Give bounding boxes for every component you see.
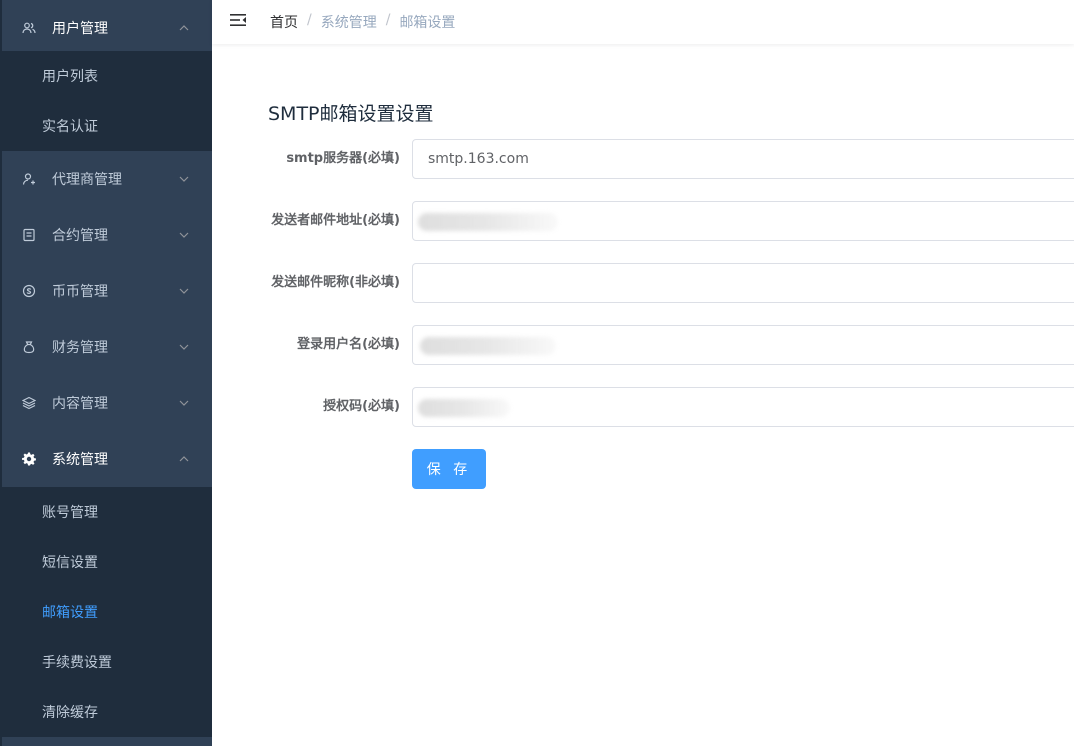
users-icon (21, 20, 37, 36)
navbar: 首页 / 系统管理 / 邮箱设置 (212, 0, 1074, 44)
sidebar-item-label: 用户列表 (42, 69, 98, 85)
sidebar-item-user-list[interactable]: 用户列表 (2, 51, 212, 101)
sidebar: 用户管理 用户列表 实名认证 代理商管理 合约管理 币币管理 财务管理 内容管理… (0, 0, 212, 746)
layers-icon (21, 395, 37, 411)
breadcrumb-separator: / (307, 12, 312, 28)
sidebar-item-label: 邮箱设置 (42, 605, 98, 621)
finance-icon (21, 339, 37, 355)
form-row-login-username: 登录用户名(必填) (212, 325, 1074, 365)
menu-finance-management[interactable]: 财务管理 (0, 319, 212, 375)
sidebar-item-clear-cache[interactable]: 清除缓存 (2, 687, 212, 737)
menu-user-management[interactable]: 用户管理 (0, 0, 212, 56)
form-row-sender-email: 发送者邮件地址(必填) (212, 201, 1074, 241)
coin-icon (21, 283, 37, 299)
chevron-down-icon (178, 173, 190, 185)
auth-code-input[interactable] (412, 387, 1074, 427)
sidebar-item-label: 手续费设置 (42, 655, 112, 671)
chevron-down-icon (178, 341, 190, 353)
sender-nickname-input[interactable] (412, 263, 1074, 303)
chevron-down-icon (178, 397, 190, 409)
sidebar-item-email-settings[interactable]: 邮箱设置 (2, 587, 212, 637)
redacted-value (418, 213, 558, 231)
field-label: 授权码(必填) (323, 399, 400, 414)
sidebar-item-real-name-auth[interactable]: 实名认证 (2, 101, 212, 151)
field-label: smtp服务器(必填) (286, 151, 400, 166)
sidebar-item-sms-settings[interactable]: 短信设置 (2, 537, 212, 587)
agent-icon (21, 171, 37, 187)
chevron-down-icon (178, 285, 190, 297)
breadcrumb-current: 邮箱设置 (399, 15, 456, 31)
menu-title-label: 币币管理 (52, 284, 108, 300)
menu-coin-management[interactable]: 币币管理 (0, 263, 212, 319)
menu-agent-management[interactable]: 代理商管理 (0, 151, 212, 207)
menu-title-label: 内容管理 (52, 396, 108, 412)
menu-contract-management[interactable]: 合约管理 (0, 207, 212, 263)
contract-icon (21, 227, 37, 243)
gear-icon (21, 451, 37, 467)
sidebar-item-account[interactable]: 账号管理 (2, 487, 212, 537)
chevron-down-icon (178, 229, 190, 241)
field-label: 登录用户名(必填) (297, 337, 400, 352)
smtp-server-input[interactable] (412, 139, 1074, 179)
menu-system-management[interactable]: 系统管理 (0, 431, 212, 487)
sidebar-item-label: 账号管理 (42, 505, 98, 521)
menu-title-label: 系统管理 (52, 452, 108, 468)
breadcrumb-separator: / (385, 12, 391, 28)
breadcrumb-home[interactable]: 首页 (270, 12, 298, 32)
field-label: 发送邮件昵称(非必填) (271, 275, 400, 290)
sidebar-item-fee-settings[interactable]: 手续费设置 (2, 637, 212, 687)
redacted-value (418, 399, 510, 417)
form-row-auth-code: 授权码(必填) (212, 387, 1074, 427)
field-label: 发送者邮件地址(必填) (271, 213, 400, 228)
page-title: SMTP邮箱设置设置 (268, 103, 434, 125)
redacted-value (420, 337, 556, 355)
chevron-up-icon (178, 22, 190, 34)
form-row-sender-nickname: 发送邮件昵称(非必填) (212, 263, 1074, 303)
menu-title-label: 代理商管理 (52, 172, 122, 188)
sidebar-item-label: 清除缓存 (42, 705, 98, 721)
sidebar-item-label: 实名认证 (42, 119, 98, 135)
menu-fold-icon[interactable] (229, 11, 247, 29)
sidebar-item-label: 短信设置 (42, 555, 98, 571)
menu-content-management[interactable]: 内容管理 (0, 375, 212, 431)
menu-title-label: 合约管理 (52, 228, 108, 244)
breadcrumb: 首页 / 系统管理 / 邮箱设置 (270, 12, 455, 32)
menu-title-label: 财务管理 (52, 340, 108, 356)
breadcrumb-system: 系统管理 (320, 15, 377, 31)
menu-title-label: 用户管理 (52, 21, 108, 37)
save-button[interactable]: 保 存 (412, 449, 486, 489)
chevron-up-icon (178, 453, 190, 465)
form-row-smtp-server: smtp服务器(必填) (212, 139, 1074, 179)
